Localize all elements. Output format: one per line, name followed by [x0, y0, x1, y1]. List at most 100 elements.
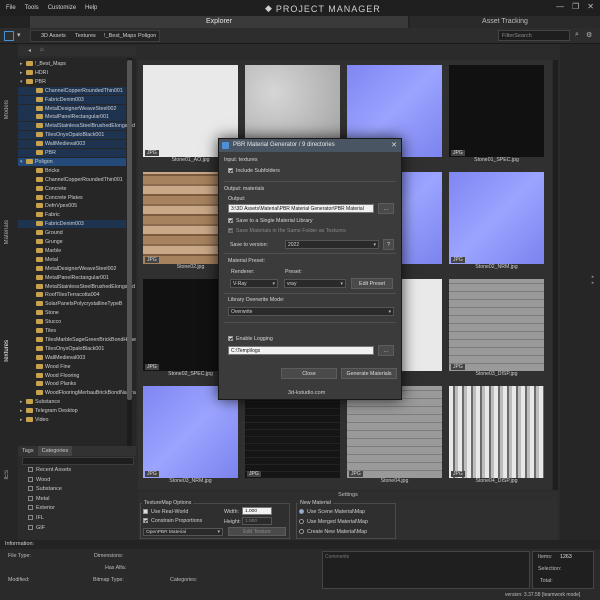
tree-item[interactable]: Tiles [18, 327, 126, 335]
tree-item[interactable]: WallMedieval003 [18, 140, 126, 149]
tree-item[interactable]: Marble [18, 247, 126, 255]
tree-item[interactable]: TilesOnyxOpaloBlack001 [18, 345, 126, 353]
tree-item[interactable]: Concrete Plates [18, 194, 126, 202]
save-single-checkbox[interactable]: Save to a Single Material Library [228, 218, 313, 224]
texture-thumbnail[interactable]: JPG Stone02_NRM.jpg [449, 172, 544, 270]
renderer-select[interactable]: V-Ray [230, 279, 278, 288]
filter-search-input[interactable]: FilterSearch [498, 30, 570, 41]
back-icon[interactable]: ◂ [28, 47, 31, 54]
tree-item[interactable]: Wood Flooring [18, 372, 126, 380]
tree-item[interactable]: Fabric [18, 211, 126, 219]
tree-item[interactable]: ChannelCopperRoundedThin001 [18, 176, 126, 184]
minimize-icon[interactable]: — [556, 2, 564, 11]
category-search-input[interactable] [22, 457, 134, 465]
log-path-field[interactable]: C:\Temp\logs [228, 346, 374, 355]
include-subfolders-checkbox[interactable]: Include Subfolders [228, 168, 280, 174]
grid-scrollbar[interactable] [553, 60, 558, 490]
vtab-ies[interactable]: IES [4, 470, 10, 480]
menu-help[interactable]: Help [85, 5, 97, 11]
tree-item[interactable]: DefnVpex005 [18, 202, 126, 210]
category-item[interactable]: GIF [28, 524, 45, 531]
preview-handle[interactable]: ▸▸ [590, 274, 596, 286]
tree-item[interactable]: MetalPanelRectangular001 [18, 113, 126, 122]
menu-file[interactable]: File [6, 5, 16, 11]
category-item[interactable]: Exterior [28, 505, 55, 511]
tree-item[interactable]: ChannelCopperRoundedThin001 [18, 86, 126, 95]
close-button[interactable]: Close [281, 368, 337, 379]
tree-item[interactable]: TilesMarbleSageGreenBrickBondHoned [18, 336, 136, 344]
category-item[interactable]: Metal [28, 495, 49, 502]
breadcrumb-textures[interactable]: Textures [72, 31, 99, 41]
use-real-world-checkbox[interactable]: Use Real-World [143, 509, 188, 515]
tab-categories[interactable]: Categories [37, 446, 73, 456]
chevron-down-icon[interactable]: ▾ [17, 31, 21, 39]
maximize-icon[interactable]: ❐ [572, 2, 579, 11]
menu-tools[interactable]: Tools [25, 5, 39, 11]
tree-item[interactable]: MetalStainlessSteelBrushedElongated [18, 122, 135, 131]
tree-item[interactable]: MetalPanelRectangular001 [18, 274, 126, 282]
tree-item[interactable]: ▸ Substance [18, 398, 126, 406]
home-icon[interactable]: ⌂ [40, 47, 44, 53]
radio-create-new[interactable]: Create New Material\Map [299, 529, 367, 535]
tree-item[interactable]: RoofTilesTerracotta004 [18, 291, 126, 299]
breadcrumb-3d-assets[interactable]: 3D Assets [38, 31, 69, 41]
tree-item[interactable]: TilesOnyxOpaloBlack001 [18, 131, 126, 140]
vtab-models[interactable]: Models [4, 100, 10, 119]
edit-texture-button[interactable]: Edit Texture [228, 527, 286, 536]
constrain-checkbox[interactable]: Constrain Proportions [143, 518, 202, 524]
tree-item[interactable]: ▸ !_Best_Maps [18, 60, 126, 68]
texture-thumbnail[interactable]: JPG Stone01_SPEC.jpg [449, 65, 544, 163]
tree-item[interactable]: Ground [18, 229, 126, 237]
tree-item[interactable]: SolarPanelsPolycrystallineTypeB [18, 300, 126, 308]
overwrite-select[interactable]: Overwrite [228, 307, 394, 316]
tree-item[interactable]: ▸ Telegram Desktop [18, 407, 126, 415]
dialog-close-icon[interactable]: ✕ [391, 139, 397, 152]
enable-logging-checkbox[interactable]: Enable Logging [228, 336, 273, 342]
tree-item[interactable]: ▾ Poligon [18, 157, 126, 166]
tree-item[interactable]: MetalStainlessSteelBrushedElongated [18, 283, 135, 291]
tree-item[interactable]: FabricDenim003 [18, 220, 126, 229]
search-icon[interactable]: ⌕ [575, 31, 579, 39]
tree-item[interactable]: ▸ Video [18, 416, 126, 424]
radio-use-scene[interactable]: Use Scene Material\Map [299, 509, 365, 515]
tree-item[interactable]: ▾ PBR [18, 78, 126, 86]
tree-item[interactable]: Stone [18, 309, 126, 317]
width-input[interactable]: 1.000 [242, 507, 272, 515]
tab-tags[interactable]: Tags [18, 446, 38, 456]
tree-item[interactable]: PBR [18, 149, 126, 157]
category-item[interactable]: Substance [28, 486, 62, 492]
close-window-icon[interactable]: ✕ [587, 2, 594, 11]
tree-item[interactable]: Stucco [18, 318, 126, 326]
log-browse-button[interactable]: ... [378, 345, 394, 356]
category-item[interactable]: IFL [28, 515, 44, 521]
radio-use-merged[interactable]: Use Merged Material\Map [299, 519, 368, 525]
tree-item[interactable]: Concrete [18, 185, 126, 193]
tree-item[interactable]: MetalDesignerWeaveSteel002 [18, 104, 126, 113]
texture-thumbnail[interactable]: JPG Stone03_NRM.jpg [143, 386, 238, 484]
vtab-textures[interactable]: Textures [4, 340, 10, 363]
edit-preset-button[interactable]: Edit Preset [351, 278, 393, 289]
tree-item[interactable]: Metal [18, 256, 126, 264]
tree-scrollbar-thumb[interactable] [127, 60, 132, 400]
category-item[interactable]: Wood [28, 476, 50, 483]
tree-item[interactable]: Wood Planks [18, 380, 126, 388]
menu-customize[interactable]: Customize [48, 5, 76, 11]
vtab-materials[interactable]: Materials [4, 220, 10, 244]
texture-thumbnail[interactable]: JPG Stone03_DISP.jpg [449, 279, 544, 377]
tree-item[interactable]: WallMedieval003 [18, 354, 126, 362]
breadcrumb-poligon[interactable]: Poligon [135, 31, 159, 41]
breadcrumb-best-maps[interactable]: !_Best_Maps [101, 31, 139, 41]
texture-thumbnail[interactable]: JPG [245, 386, 340, 484]
preset-select[interactable]: vray [284, 279, 346, 288]
tree-item[interactable]: ▸ HDRI [18, 69, 126, 77]
save-version-select[interactable]: 2022 [285, 240, 379, 249]
settings-icon[interactable]: ⚙ [586, 31, 592, 39]
material-type-select[interactable]: OpenPBR Material [143, 528, 223, 536]
generate-materials-button[interactable]: Generate Materials [341, 368, 397, 379]
tree-item[interactable]: Bricks [18, 167, 126, 175]
project-icon[interactable] [4, 31, 14, 41]
tree-item[interactable]: FabricDenim003 [18, 95, 126, 104]
tab-explorer[interactable]: Explorer [30, 16, 408, 28]
texture-thumbnail[interactable]: JPG Stone04_DISP.jpg [449, 386, 544, 484]
version-info-icon[interactable]: ? [383, 239, 394, 250]
